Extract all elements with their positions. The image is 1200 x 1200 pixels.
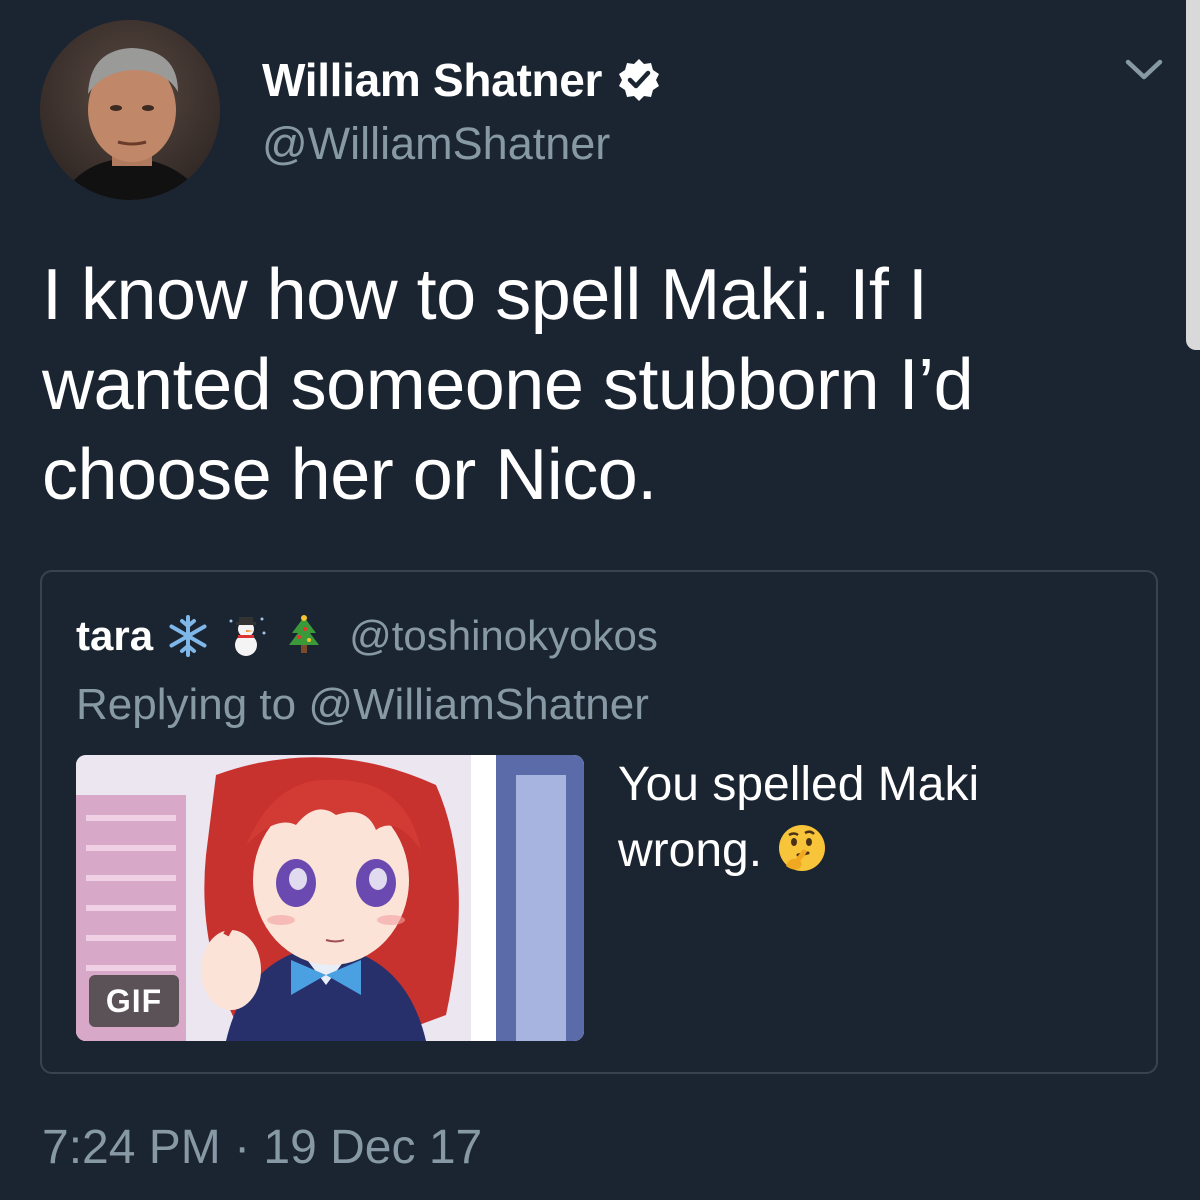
author-display-name[interactable]: William Shatner	[262, 53, 602, 107]
quoted-author-name: tara	[76, 612, 154, 659]
author-handle[interactable]: @WilliamShatner	[262, 118, 610, 170]
thinking-face-icon	[776, 822, 828, 874]
tweet-detail: William Shatner @WilliamShatner I know h…	[0, 0, 1200, 1200]
quoted-author-handle: @toshinokyokos	[349, 612, 658, 659]
chevron-down-icon[interactable]	[1122, 50, 1166, 90]
christmas-tree-icon	[281, 613, 327, 659]
tweet-text: I know how to spell Maki. If I wanted so…	[42, 255, 974, 515]
profile-photo-icon	[40, 20, 220, 200]
tweet-timestamp[interactable]: 7:24 PM · 19 Dec 17	[42, 1120, 482, 1175]
scrollbar[interactable]	[1186, 0, 1200, 350]
quoted-tweet-header: tara @toshinokyokos	[76, 608, 658, 664]
replying-to-label: Replying to @WilliamShatner	[76, 680, 649, 729]
quoted-tweet-card[interactable]: tara @toshinokyokos Replying to @William…	[40, 570, 1158, 1074]
quoted-tweet-text: You spelled Maki wrong.	[618, 752, 1118, 884]
avatar[interactable]	[40, 20, 220, 200]
snowman-icon	[223, 613, 269, 659]
verified-badge-icon	[616, 57, 662, 103]
gif-badge: GIF	[89, 975, 179, 1027]
author-name-row[interactable]: William Shatner	[262, 50, 662, 110]
gif-media[interactable]: GIF	[76, 755, 584, 1041]
snowflake-icon	[165, 613, 211, 659]
